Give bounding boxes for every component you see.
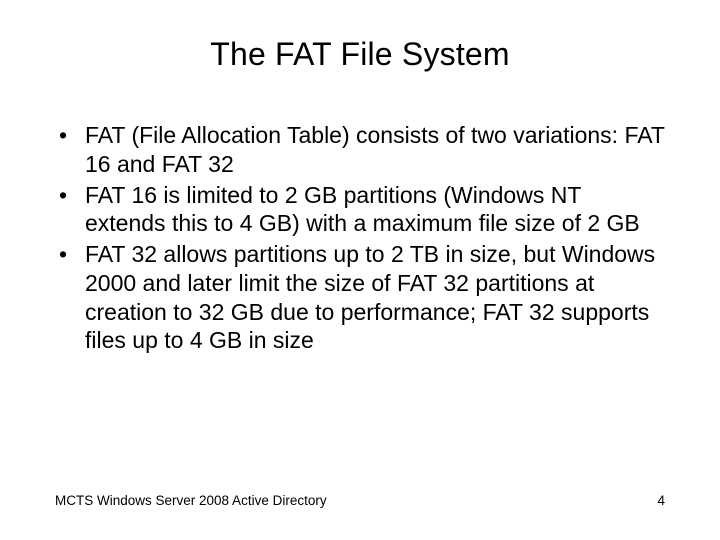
page-number: 4: [657, 493, 665, 508]
list-item: FAT 32 allows partitions up to 2 TB in s…: [55, 240, 665, 355]
bullet-list: FAT (File Allocation Table) consists of …: [55, 121, 665, 355]
slide: The FAT File System FAT (File Allocation…: [0, 0, 720, 540]
footer: MCTS Windows Server 2008 Active Director…: [55, 493, 665, 508]
list-item: FAT 16 is limited to 2 GB partitions (Wi…: [55, 181, 665, 239]
slide-title: The FAT File System: [55, 36, 665, 73]
list-item: FAT (File Allocation Table) consists of …: [55, 121, 665, 179]
footer-source: MCTS Windows Server 2008 Active Director…: [55, 493, 327, 508]
